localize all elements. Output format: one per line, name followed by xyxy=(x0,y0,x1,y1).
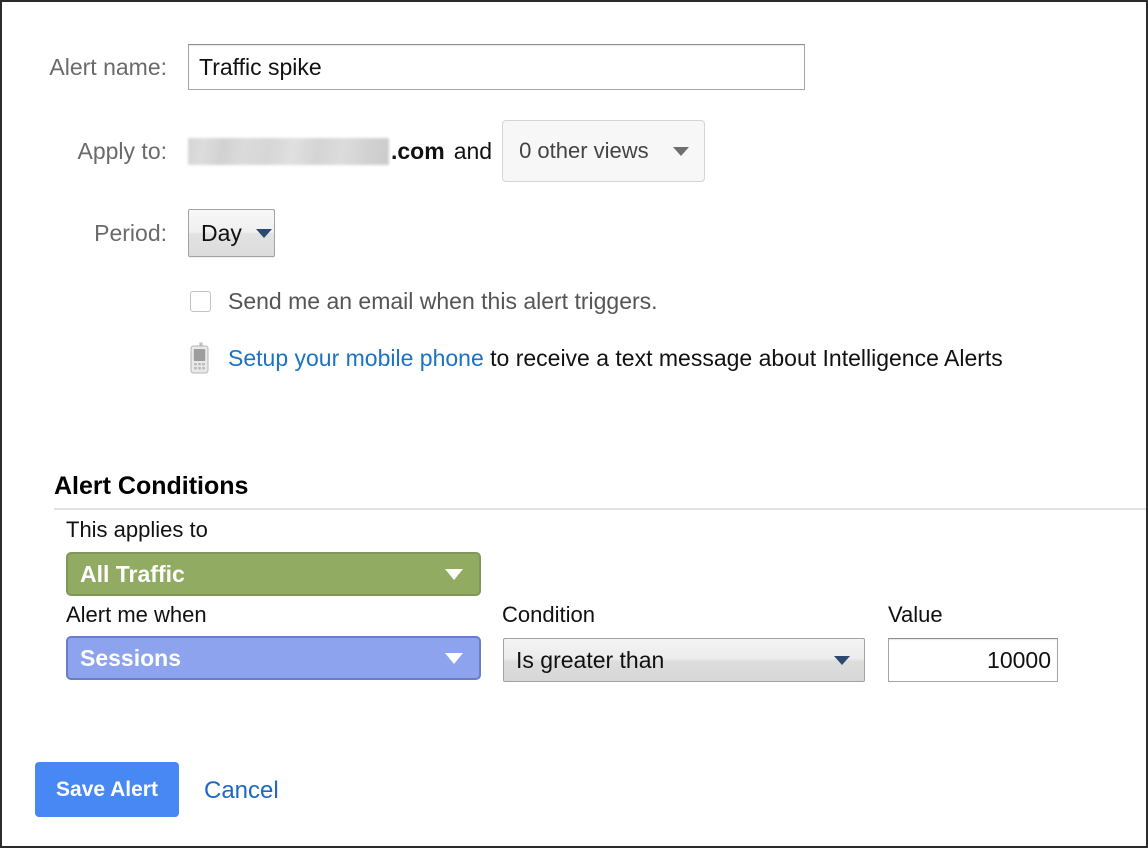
apply-to-label: Apply to: xyxy=(77,137,168,164)
chevron-down-icon xyxy=(255,228,272,238)
mobile-setup-rest-text: to receive a text message about Intellig… xyxy=(483,344,1003,371)
mobile-setup-text: Setup your mobile phone to receive a tex… xyxy=(228,345,1003,372)
value-label: Value xyxy=(888,602,943,627)
alert-name-input[interactable] xyxy=(188,44,805,90)
cancel-link[interactable]: Cancel xyxy=(204,777,279,805)
chevron-down-icon xyxy=(672,146,689,156)
mobile-setup-row: Setup your mobile phone to receive a tex… xyxy=(190,342,1003,374)
alert-name-label: Alert name: xyxy=(49,53,167,80)
setup-mobile-phone-link[interactable]: Setup your mobile phone xyxy=(228,345,484,371)
period-row: Period: Day xyxy=(2,209,275,257)
chevron-down-icon xyxy=(445,568,463,580)
condition-label: Condition xyxy=(502,602,595,627)
alert-me-when-select-label: Sessions xyxy=(80,644,181,671)
redacted-domain xyxy=(188,137,389,165)
alert-me-when-select[interactable]: Sessions xyxy=(66,636,481,680)
chevron-down-icon xyxy=(445,652,463,664)
alert-conditions-heading: Alert Conditions xyxy=(54,472,249,500)
send-email-checkbox-label: Send me an email when this alert trigger… xyxy=(228,288,658,314)
period-select[interactable]: Day xyxy=(188,209,275,257)
alert-name-row: Alert name: xyxy=(2,44,805,90)
this-applies-to-select[interactable]: All Traffic xyxy=(66,552,481,596)
value-input[interactable] xyxy=(888,638,1058,682)
section-divider xyxy=(54,508,1146,510)
email-notification-row: Send me an email when this alert trigger… xyxy=(190,288,658,315)
mobile-phone-icon xyxy=(190,342,212,374)
chevron-down-icon xyxy=(834,655,850,665)
save-alert-button[interactable]: Save Alert xyxy=(35,762,179,817)
alert-setup-panel: Alert name: Apply to: .com and 0 other v… xyxy=(0,0,1148,848)
other-views-select-label: 0 other views xyxy=(519,138,649,163)
condition-select[interactable]: Is greater than xyxy=(503,638,865,682)
this-applies-to-select-label: All Traffic xyxy=(80,560,185,587)
panel-inner: Alert name: Apply to: .com and 0 other v… xyxy=(2,2,1146,846)
apply-to-row: Apply to: .com and 0 other views xyxy=(2,120,705,182)
this-applies-to-label: This applies to xyxy=(66,517,208,542)
apply-to-conjunction: and xyxy=(453,137,493,164)
condition-select-label: Is greater than xyxy=(516,646,665,673)
other-views-select[interactable]: 0 other views xyxy=(502,120,705,182)
period-label: Period: xyxy=(94,219,167,246)
alert-me-when-label: Alert me when xyxy=(66,602,207,627)
send-email-checkbox[interactable] xyxy=(190,291,211,312)
domain-suffix: .com xyxy=(391,137,445,164)
apply-to-value-group: .com and 0 other views xyxy=(188,120,705,182)
period-select-label: Day xyxy=(201,219,242,246)
